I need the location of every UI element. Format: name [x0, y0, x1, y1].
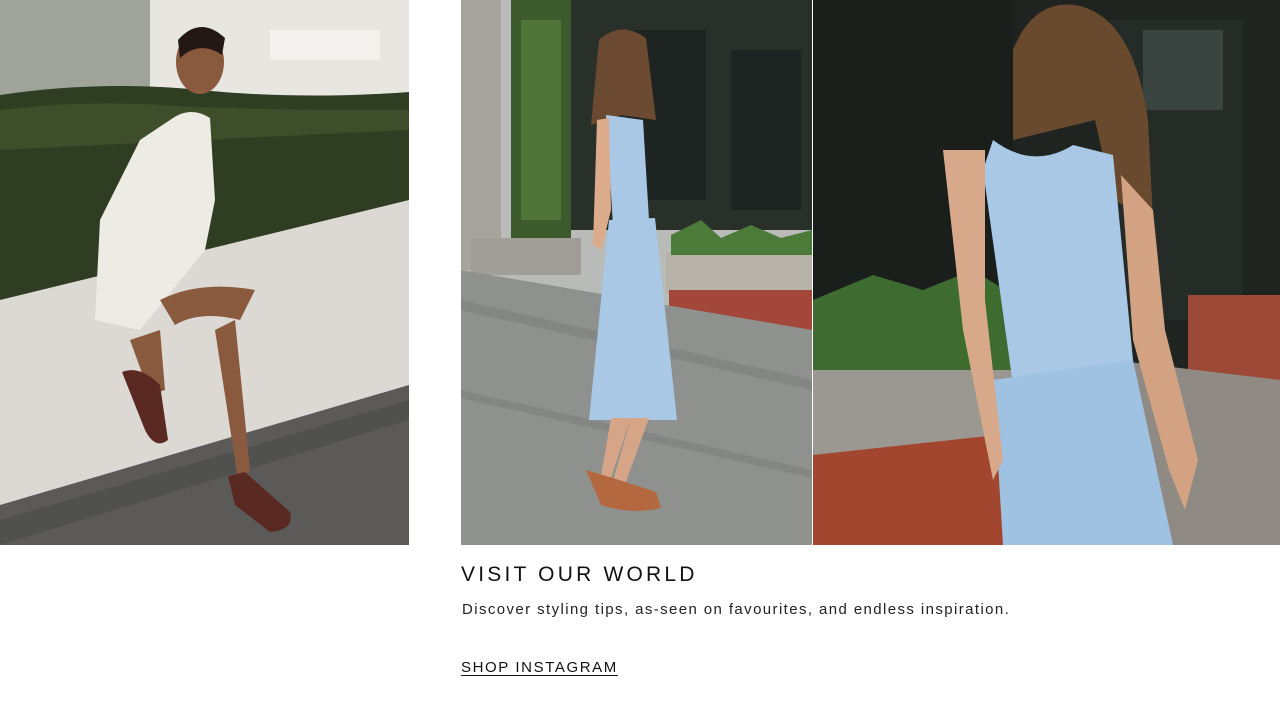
lifestyle-photo-blue-set-closeup: [813, 0, 1280, 545]
lifestyle-photo-white-dress: [0, 0, 409, 545]
shop-instagram-link[interactable]: SHOP INSTAGRAM: [461, 659, 618, 676]
lifestyle-photo-blue-set-full: [461, 0, 812, 545]
section-description: Discover styling tips, as-seen on favour…: [462, 601, 1011, 618]
section-heading: VISIT OUR WORLD: [461, 563, 698, 586]
visit-our-world-section: VISIT OUR WORLD Discover styling tips, a…: [461, 560, 1221, 676]
